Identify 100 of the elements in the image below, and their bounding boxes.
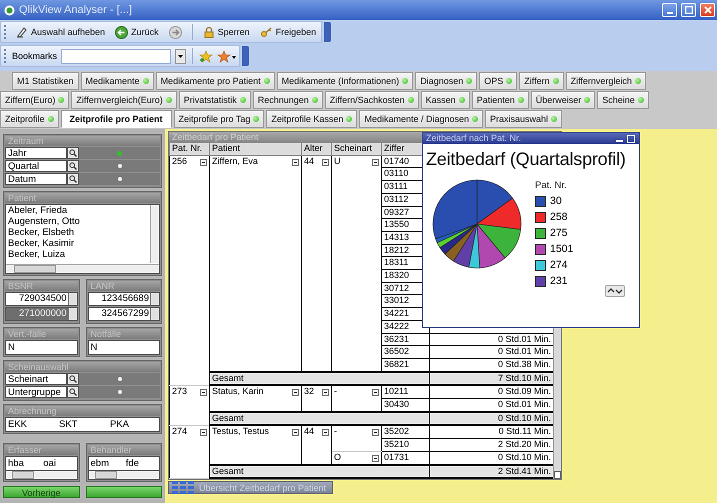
list-item[interactable]: Augenstern, Otto bbox=[6, 216, 80, 227]
toolbar-handle[interactable] bbox=[324, 22, 332, 42]
tab[interactable]: OPS bbox=[479, 72, 518, 90]
tab[interactable]: Medikamente / Diagnosen bbox=[359, 110, 484, 128]
patient-name: Testus, Testus bbox=[212, 426, 269, 438]
scroll-arrows-icon[interactable] bbox=[605, 285, 625, 297]
chart-title: Zeitbedarf (Quartalsprofil) bbox=[426, 149, 627, 170]
tab[interactable]: Überweiser bbox=[530, 91, 596, 109]
patient-list[interactable]: Abeler, Frieda Augenstern, Otto Becker, Elsbeth Becker, Kasimir Becker, Luiza bbox=[5, 204, 160, 274]
padlock-icon bbox=[202, 26, 215, 38]
list-item[interactable]: oai bbox=[41, 457, 76, 470]
unlock-button[interactable]: Freigeben bbox=[258, 26, 318, 38]
filter-field[interactable]: Datum bbox=[5, 173, 67, 185]
filter-field[interactable]: Jahr bbox=[5, 147, 67, 159]
tab[interactable]: Privatstatistik bbox=[178, 91, 251, 109]
field-value: N bbox=[5, 340, 78, 355]
tab[interactable]: Medikamente (Informationen) bbox=[276, 72, 414, 90]
tab[interactable]: Zeitprofile pro Patient bbox=[60, 110, 172, 128]
list-item[interactable]: Abeler, Frieda bbox=[6, 205, 68, 216]
list-item[interactable]: Becker, Elsbeth bbox=[6, 227, 74, 238]
collapse-icon[interactable] bbox=[322, 389, 329, 396]
panel-title: Notfälle bbox=[88, 329, 160, 339]
collapse-icon[interactable] bbox=[200, 428, 207, 436]
tab[interactable]: M1 Statistiken bbox=[12, 72, 79, 90]
close-button[interactable] bbox=[700, 3, 715, 17]
tab[interactable]: Zeitprofile Kassen bbox=[266, 110, 358, 128]
clear-button[interactable]: Auswahl aufheben bbox=[14, 26, 108, 38]
status-dot-icon bbox=[312, 97, 318, 103]
collapse-icon[interactable] bbox=[372, 389, 379, 396]
nav-button[interactable]: Vorherige bbox=[3, 486, 80, 498]
collapse-icon[interactable] bbox=[372, 158, 379, 166]
status-dot-icon bbox=[142, 78, 149, 84]
tab[interactable]: Praxisauswahl bbox=[485, 110, 562, 128]
search-icon[interactable] bbox=[67, 373, 79, 385]
column-header: Ziffer bbox=[384, 143, 404, 153]
list-item[interactable]: EKK bbox=[6, 418, 57, 431]
ziffer-code: 03110 bbox=[384, 168, 408, 178]
tab[interactable]: Diagnosen bbox=[415, 72, 478, 90]
collapse-icon[interactable] bbox=[372, 429, 379, 436]
maximize-button[interactable] bbox=[681, 3, 696, 17]
column-header: Pat. Nr. bbox=[172, 143, 202, 153]
search-icon[interactable] bbox=[67, 147, 79, 159]
ziffer-code: 30712 bbox=[384, 283, 410, 293]
total-label: Gesamt bbox=[212, 374, 244, 383]
dropdown-button[interactable] bbox=[175, 48, 186, 64]
list-item[interactable]: hba bbox=[6, 457, 42, 470]
nav-button[interactable] bbox=[86, 486, 162, 498]
collapse-icon[interactable] bbox=[322, 158, 329, 166]
filter-field[interactable]: Scheinart bbox=[5, 373, 67, 385]
list-item[interactable]: fde bbox=[124, 457, 159, 470]
tab[interactable]: Ziffern bbox=[519, 72, 564, 90]
back-arrow-icon bbox=[115, 26, 128, 38]
search-icon[interactable] bbox=[67, 160, 79, 172]
tab[interactable]: Zeitprofile bbox=[0, 110, 59, 128]
search-icon[interactable] bbox=[67, 386, 79, 398]
collapse-icon[interactable] bbox=[372, 454, 379, 462]
ziffer-code: 01740 bbox=[384, 156, 410, 166]
filter-field[interactable]: Untergruppe bbox=[5, 386, 67, 398]
back-button[interactable]: Zurück bbox=[113, 26, 161, 38]
tab[interactable]: Ziffernvergleich(Euro) bbox=[71, 91, 177, 109]
caret-icon bbox=[178, 54, 184, 58]
bookmark-menu-icon[interactable] bbox=[217, 50, 236, 62]
total-label: Gesamt bbox=[212, 466, 244, 476]
ziffer-code: 30430 bbox=[384, 400, 410, 410]
minimize-button[interactable] bbox=[662, 3, 677, 17]
tab[interactable]: Zeitprofile pro Tag bbox=[174, 110, 264, 128]
list-item[interactable]: SKT bbox=[57, 418, 108, 431]
chart-window-title: Zeitbedarf nach Pat. Nr. bbox=[426, 133, 522, 144]
collapse-icon[interactable] bbox=[292, 389, 299, 396]
maximize-button[interactable] bbox=[627, 134, 636, 142]
patient-name: Ziffern, Eva bbox=[212, 156, 258, 168]
panel-title: Behandler bbox=[88, 445, 160, 455]
minimize-icon bbox=[616, 140, 623, 142]
collapse-icon[interactable] bbox=[292, 429, 299, 436]
add-bookmark-icon[interactable] bbox=[199, 50, 214, 62]
tab[interactable]: Medikamente pro Patient bbox=[156, 72, 275, 90]
list-item[interactable]: 271000000 bbox=[6, 308, 68, 320]
age-value: 44 bbox=[304, 426, 314, 438]
tab[interactable]: Scheine bbox=[597, 91, 649, 109]
tab[interactable]: Kassen bbox=[420, 91, 470, 109]
filter-field[interactable]: Quartal bbox=[5, 160, 67, 172]
list-item[interactable]: Becker, Luiza bbox=[6, 249, 66, 260]
list-item[interactable]: ebm bbox=[88, 457, 124, 470]
tab[interactable]: Rechnungen bbox=[252, 91, 323, 109]
tab[interactable]: Ziffern(Euro) bbox=[0, 91, 70, 109]
lock-button[interactable]: Sperren bbox=[200, 26, 252, 38]
forward-button[interactable] bbox=[166, 26, 184, 38]
tab[interactable]: Ziffern/Sachkosten bbox=[324, 91, 419, 109]
collapse-icon[interactable] bbox=[200, 158, 207, 166]
list-item[interactable]: PKA bbox=[108, 418, 159, 431]
collapse-icon[interactable] bbox=[292, 158, 299, 166]
collapse-icon[interactable] bbox=[322, 429, 329, 436]
toolbar-handle[interactable] bbox=[242, 46, 250, 66]
list-item[interactable]: Becker, Kasimir bbox=[6, 238, 74, 249]
collapse-icon[interactable] bbox=[200, 388, 207, 396]
tab[interactable]: Ziffernvergleich bbox=[566, 72, 646, 90]
scheinart-value: U bbox=[334, 156, 340, 168]
tab[interactable]: Medikamente bbox=[80, 72, 154, 90]
tab[interactable]: Patienten bbox=[472, 91, 529, 109]
search-icon[interactable] bbox=[67, 173, 79, 185]
